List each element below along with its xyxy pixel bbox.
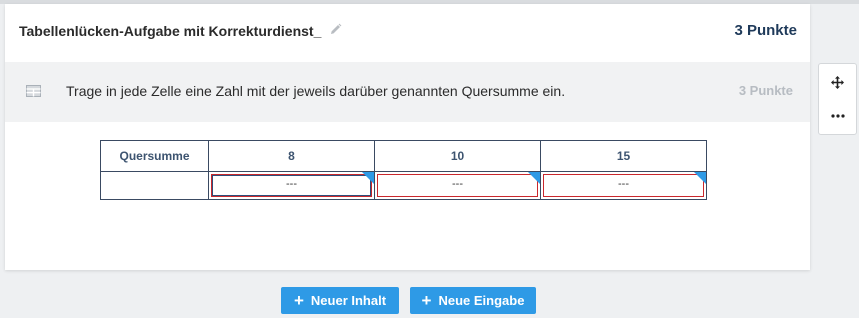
task-instruction-row: Trage in jede Zelle eine Zahl mit der je… [5,62,810,122]
task-points: 3 Punkte [738,83,793,98]
header-label-quersumme: Quersumme [100,140,209,172]
gap-cell-1: --- [208,171,375,200]
header-col-2: 10 [374,140,541,172]
gap-input-1[interactable]: --- [211,174,372,197]
plus-icon: + [421,291,432,310]
new-input-button[interactable]: + Neue Eingabe [410,287,536,314]
card-title: Tabellenlücken-Aufgabe mit Korrekturdien… [19,23,342,39]
new-content-button[interactable]: + Neuer Inhalt [281,287,399,314]
gap-table: Quersumme 8 10 15 --- --- --- [100,140,707,200]
header-col-3: 15 [540,140,707,172]
pencil-icon[interactable] [329,23,342,39]
corner-flag-icon [694,172,706,184]
gap-cell-2: --- [374,171,541,200]
move-icon[interactable] [819,67,856,97]
card-title-text: Tabellenlücken-Aufgabe mit Korrekturdien… [19,23,322,39]
table-input-row: --- --- --- [100,171,707,200]
header-col-1: 8 [208,140,375,172]
table-header-row: Quersumme 8 10 15 [100,140,707,172]
table-icon [26,84,41,102]
card-points: 3 Punkte [734,22,797,39]
task-card: Tabellenlücken-Aufgabe mit Korrekturdien… [5,4,810,270]
gap-cell-3: --- [540,171,707,200]
new-input-label: Neue Eingabe [438,293,525,308]
gap-input-2[interactable]: --- [377,174,538,197]
corner-flag-icon [528,172,540,184]
row-label-empty [100,171,209,200]
side-toolbar [818,63,857,135]
task-instruction-text: Trage in jede Zelle eine Zahl mit der je… [66,83,566,99]
new-content-label: Neuer Inhalt [310,293,387,308]
gap-input-3[interactable]: --- [543,174,704,197]
more-icon[interactable] [819,101,856,131]
corner-flag-icon [362,172,374,184]
plus-icon: + [293,291,304,310]
card-header: Tabellenlücken-Aufgabe mit Korrekturdien… [5,4,810,62]
